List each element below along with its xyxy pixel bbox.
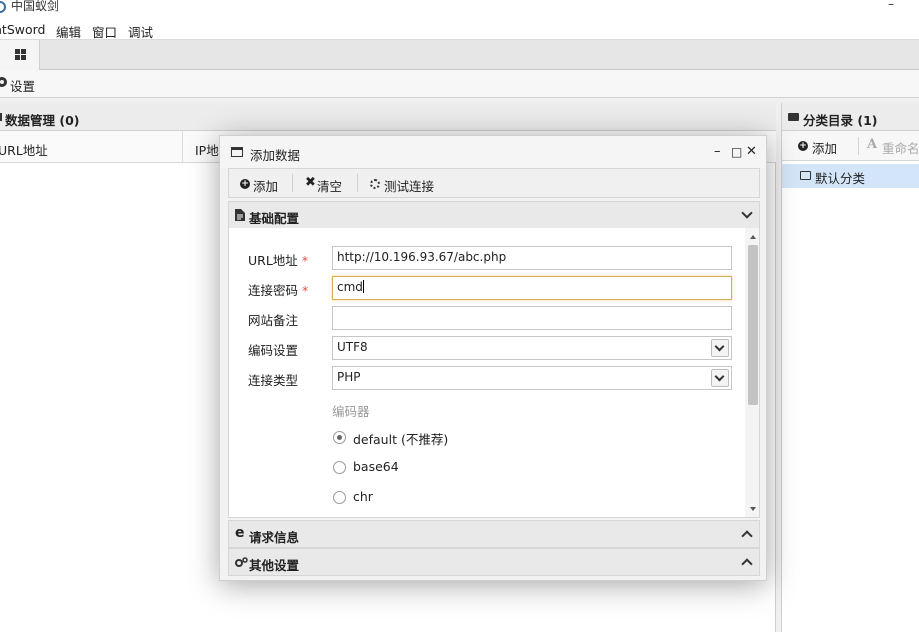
category-toolbar: + 添加 A 重命名 [782,131,919,161]
encoding-select[interactable]: UTF8 [332,336,732,360]
dialog-close-button[interactable]: ✕ [746,144,757,159]
radio-encoder-base64[interactable] [333,461,346,474]
category-panel: 分类目录 (1) + 添加 A 重命名 默认分类 [781,103,919,632]
encoding-label: 编码设置 [248,343,299,358]
chevron-up-icon [741,558,753,570]
dialog-add-button[interactable]: 添加 [253,176,278,195]
dialog-maximize-button[interactable]: □ [731,145,742,159]
data-panel-title: 数据管理 (0) [5,113,80,128]
folder-icon [788,113,799,121]
plus-circle-icon: + [240,179,250,189]
window-title: 中国蚁剑 [11,0,60,13]
radio-label-default[interactable]: default (不推荐) [353,429,448,448]
category-panel-header: 分类目录 (1) [782,103,919,131]
connection-type-select[interactable]: PHP [332,366,732,390]
settings-button[interactable]: 设置 [10,76,35,95]
dialog-header[interactable]: 添加数据 – □ ✕ [220,136,766,168]
scroll-up-icon[interactable] [750,235,756,239]
section-basic-config-label: 基础配置 [249,211,300,226]
section-request-info-label: 请求信息 [249,530,300,545]
gears-icon [235,556,248,571]
radio-encoder-chr[interactable] [333,491,346,504]
column-divider[interactable] [182,131,183,163]
add-data-dialog: 添加数据 – □ ✕ + 添加 ✖ 清空 测试连接 基础配置 URL地址 * ht… [219,135,767,581]
column-url[interactable]: URL地址 [0,140,48,159]
close-icon: ✖ [305,175,316,190]
type-label: 连接类型 [248,373,299,388]
radio-label-base64[interactable]: base64 [353,459,399,474]
plus-circle-icon: + [798,141,808,151]
gear-icon [0,77,7,87]
font-icon: A [867,137,878,152]
toolbar-divider [357,174,358,192]
tab-home[interactable] [0,40,40,70]
toolbar-divider [858,137,859,155]
list-icon [0,113,2,121]
chevron-down-icon[interactable] [711,339,729,357]
password-input[interactable]: cmd [332,276,732,300]
tab-strip [0,40,919,70]
category-label: 默认分类 [815,171,866,186]
file-text-icon [235,209,245,224]
section-other-settings[interactable]: 其他设置 [228,548,760,576]
note-input[interactable] [332,306,732,330]
menu-debug[interactable]: 调试 [128,22,153,41]
scrollbar-thumb[interactable] [748,245,758,405]
settings-bar: 设置 [0,70,919,98]
data-panel-header: 数据管理 (0) [0,103,776,131]
toolbar-divider [292,174,293,192]
minimize-window-button[interactable]: – [884,0,898,10]
column-ip[interactable]: IP地 [195,140,219,159]
radio-encoder-default[interactable] [333,431,346,444]
password-label: 连接密码 * [248,283,309,298]
chevron-down-icon[interactable] [711,369,729,387]
dialog-toolbar: + 添加 ✖ 清空 测试连接 [228,168,760,198]
url-label: URL地址 * [248,253,309,268]
form-scrollbar[interactable] [745,228,759,517]
spinner-icon [370,179,380,189]
dialog-clear-button[interactable]: 清空 [317,176,342,195]
section-other-settings-label: 其他设置 [249,558,300,573]
basic-config-form: URL地址 * http://10.196.93.67/abc.php 连接密码 *… [228,228,760,518]
url-input[interactable]: http://10.196.93.67/abc.php [332,246,732,270]
dialog-minimize-button[interactable]: – [714,144,721,159]
test-connection-button[interactable]: 测试连接 [384,176,434,195]
grid-icon [15,49,26,60]
section-basic-config[interactable]: 基础配置 [228,201,760,229]
scroll-down-icon[interactable] [750,507,756,511]
encoder-label: 编码器 [332,404,370,419]
folder-open-icon [800,171,811,180]
radio-label-chr[interactable]: chr [353,489,373,504]
menu-window[interactable]: 窗口 [92,22,117,41]
menu-edit[interactable]: 编辑 [56,22,81,41]
note-label: 网站备注 [248,313,299,328]
menu-antsword[interactable]: ntSword [0,22,45,37]
chevron-down-icon [741,207,753,219]
category-panel-title: 分类目录 (1) [803,113,878,128]
app-icon [0,1,6,13]
dialog-title: 添加数据 [250,148,301,163]
section-request-info[interactable]: e 请求信息 [228,520,760,548]
add-category-button[interactable]: 添加 [812,138,837,157]
menu-bar: ntSword 编辑 窗口 调试 [0,18,919,40]
chevron-up-icon [741,530,753,542]
category-item-default[interactable]: 默认分类 [782,164,919,188]
window-title-bar: 中国蚁剑 – [0,0,919,18]
ie-icon: e [235,525,245,541]
rename-category-button[interactable]: 重命名 [882,138,919,157]
window-icon [231,147,243,157]
